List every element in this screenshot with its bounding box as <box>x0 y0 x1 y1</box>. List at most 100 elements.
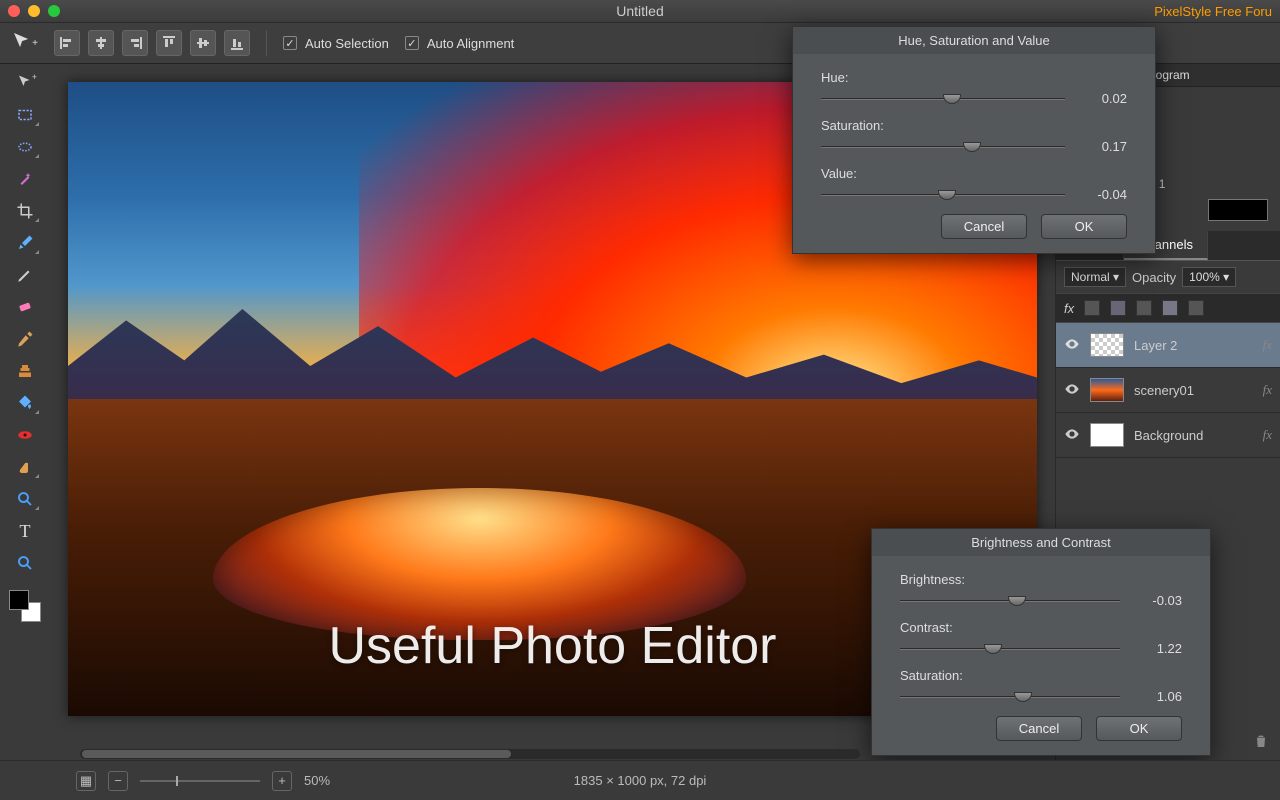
align-center-h-button[interactable] <box>88 30 114 56</box>
saturation-slider[interactable] <box>821 143 1065 151</box>
fx-mode-button[interactable] <box>1110 300 1126 316</box>
saturation-value: 0.17 <box>1081 139 1127 154</box>
layer-fx-indicator-icon[interactable]: fx <box>1263 427 1272 443</box>
color-swatches[interactable] <box>9 590 41 622</box>
rect-select-tool[interactable] <box>9 102 41 128</box>
bc-saturation-slider[interactable] <box>900 693 1120 701</box>
magic-wand-tool[interactable] <box>9 166 41 192</box>
visibility-toggle-icon[interactable] <box>1064 336 1080 355</box>
visibility-toggle-icon[interactable] <box>1064 381 1080 400</box>
brightness-contrast-dialog: Brightness and Contrast Brightness: -0.0… <box>871 528 1211 756</box>
crop-tool[interactable] <box>9 198 41 224</box>
zoom-tool[interactable] <box>9 486 41 512</box>
bc-dialog-title: Brightness and Contrast <box>872 529 1210 556</box>
value-value: -0.04 <box>1081 187 1127 202</box>
bc-cancel-button[interactable]: Cancel <box>996 716 1082 741</box>
layer-fx-indicator-icon[interactable]: fx <box>1263 337 1272 353</box>
opacity-select[interactable]: 100% ▾ <box>1182 267 1236 287</box>
fx-icon[interactable]: fx <box>1064 301 1074 316</box>
radius-value: 1 <box>1159 177 1166 191</box>
contrast-label: Contrast: <box>900 620 1182 635</box>
zoom-window-button[interactable] <box>48 5 60 17</box>
hue-value: 0.02 <box>1081 91 1127 106</box>
red-eye-tool[interactable] <box>9 422 41 448</box>
layer-name: Background <box>1134 428 1203 443</box>
status-bar: ▦ − + 50% 1835 × 1000 px, 72 dpi <box>0 760 1280 800</box>
pencil-tool[interactable] <box>9 262 41 288</box>
layer-item[interactable]: Background fx <box>1056 413 1280 458</box>
move-tool-indicator-icon: + <box>10 31 38 55</box>
window-controls <box>8 5 60 17</box>
value-label: Value: <box>821 166 1127 181</box>
text-tool[interactable]: T <box>9 518 41 544</box>
brand-link[interactable]: PixelStyle Free Foru <box>1154 4 1272 19</box>
minimize-window-button[interactable] <box>28 5 40 17</box>
hsv-cancel-button[interactable]: Cancel <box>941 214 1027 239</box>
value-slider[interactable] <box>821 191 1065 199</box>
brightness-label: Brightness: <box>900 572 1182 587</box>
hue-slider[interactable] <box>821 95 1065 103</box>
move-tool[interactable]: + <box>9 70 41 96</box>
zoom-in-button[interactable]: + <box>272 771 292 791</box>
auto-alignment-checkbox[interactable]: ✓Auto Alignment <box>405 36 514 51</box>
bc-ok-button[interactable]: OK <box>1096 716 1182 741</box>
align-left-button[interactable] <box>54 30 80 56</box>
document-dimensions: 1835 × 1000 px, 72 dpi <box>574 773 707 788</box>
layer-fx-indicator-icon[interactable]: fx <box>1263 382 1272 398</box>
align-top-button[interactable] <box>156 30 182 56</box>
clone-stamp-tool[interactable] <box>9 358 41 384</box>
titlebar: Untitled PixelStyle Free Foru <box>0 0 1280 22</box>
layer-list: Layer 2 fx scenery01 fx Background fx <box>1056 323 1280 458</box>
window-title: Untitled <box>0 3 1280 19</box>
grid-view-button[interactable]: ▦ <box>76 771 96 791</box>
foreground-color-swatch[interactable] <box>9 590 29 610</box>
hue-label: Hue: <box>821 70 1127 85</box>
align-center-v-button[interactable] <box>190 30 216 56</box>
hand-tool[interactable] <box>9 550 41 576</box>
delete-layer-button[interactable] <box>1250 730 1272 752</box>
brightness-slider[interactable] <box>900 597 1120 605</box>
horizontal-scrollbar[interactable] <box>80 749 860 759</box>
auto-alignment-label: Auto Alignment <box>427 36 514 51</box>
eraser-tool[interactable] <box>9 294 41 320</box>
divider <box>266 30 267 56</box>
brush-tool[interactable] <box>9 230 41 256</box>
bc-saturation-value: 1.06 <box>1136 689 1182 704</box>
layer-fx-row: fx <box>1056 293 1280 323</box>
contrast-slider[interactable] <box>900 645 1120 653</box>
layer-item[interactable]: Layer 2 fx <box>1056 323 1280 368</box>
align-bottom-button[interactable] <box>224 30 250 56</box>
layer-name: scenery01 <box>1134 383 1194 398</box>
canvas-overlay-text: Useful Photo Editor <box>328 616 776 676</box>
fx-mode-button[interactable] <box>1162 300 1178 316</box>
sample-color-swatch[interactable] <box>1208 199 1268 221</box>
brightness-value: -0.03 <box>1136 593 1182 608</box>
blend-mode-select[interactable]: Normal ▾ <box>1064 267 1126 287</box>
align-buttons <box>54 30 250 56</box>
contrast-value: 1.22 <box>1136 641 1182 656</box>
hsv-dialog: Hue, Saturation and Value Hue: 0.02 Satu… <box>792 26 1156 254</box>
fx-mode-button[interactable] <box>1136 300 1152 316</box>
paint-bucket-tool[interactable] <box>9 390 41 416</box>
layer-thumbnail <box>1090 333 1124 357</box>
layer-thumbnail <box>1090 423 1124 447</box>
align-right-button[interactable] <box>122 30 148 56</box>
zoom-out-button[interactable]: − <box>108 771 128 791</box>
bc-saturation-label: Saturation: <box>900 668 1182 683</box>
fx-mode-button[interactable] <box>1084 300 1100 316</box>
fx-mode-button[interactable] <box>1188 300 1204 316</box>
zoom-readout: 50% <box>304 773 330 788</box>
tool-palette: + T <box>0 64 50 760</box>
auto-selection-label: Auto Selection <box>305 36 389 51</box>
auto-selection-checkbox[interactable]: ✓Auto Selection <box>283 36 389 51</box>
hsv-ok-button[interactable]: OK <box>1041 214 1127 239</box>
close-window-button[interactable] <box>8 5 20 17</box>
eyedropper-tool[interactable] <box>9 326 41 352</box>
layer-name: Layer 2 <box>1134 338 1177 353</box>
saturation-label: Saturation: <box>821 118 1127 133</box>
lasso-tool[interactable] <box>9 134 41 160</box>
zoom-slider[interactable] <box>140 780 260 782</box>
layer-item[interactable]: scenery01 fx <box>1056 368 1280 413</box>
smudge-tool[interactable] <box>9 454 41 480</box>
visibility-toggle-icon[interactable] <box>1064 426 1080 445</box>
